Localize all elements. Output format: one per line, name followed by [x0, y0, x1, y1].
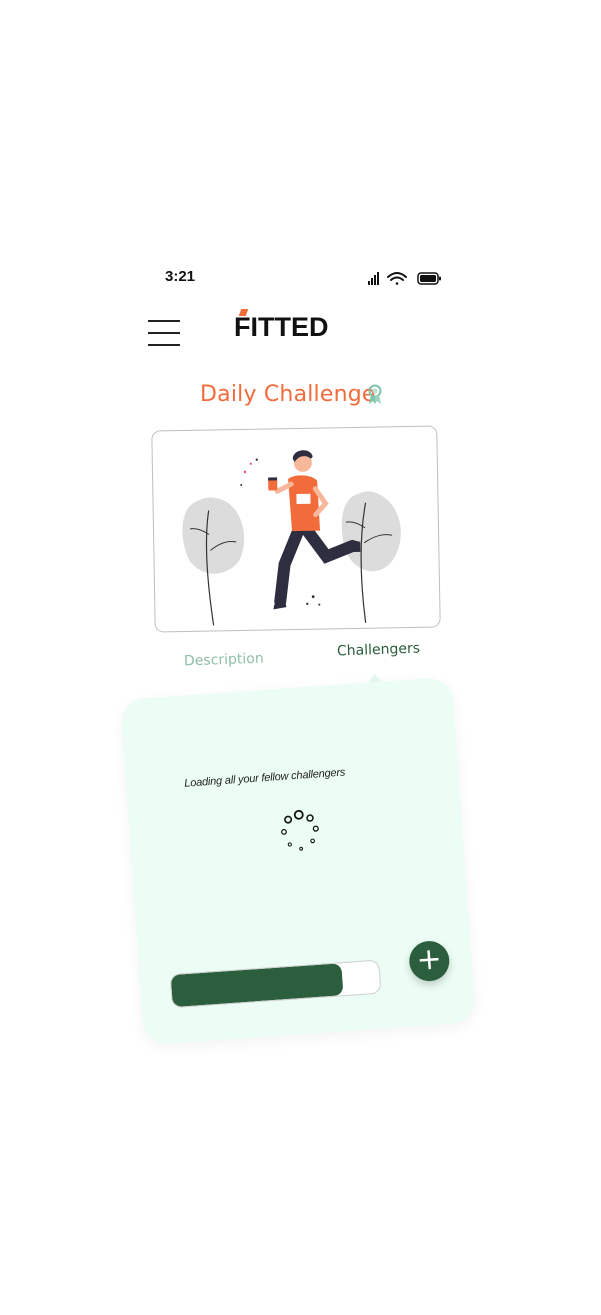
challenge-progress-bar: [169, 959, 382, 1009]
app-logo: FITTED: [234, 309, 329, 343]
progress-fill: [170, 963, 344, 1008]
status-icons: [366, 270, 446, 288]
runner-illustration: [182, 450, 401, 626]
tab-description[interactable]: Description: [184, 651, 264, 670]
signal-icon: [368, 272, 379, 285]
challengers-panel: Loading all your fellow challengers +: [120, 676, 476, 1046]
add-challenger-button[interactable]: +: [407, 939, 451, 983]
status-time: 3:21: [165, 268, 196, 285]
award-ribbon-icon: [368, 384, 382, 411]
page-title: Daily Challenge: [200, 382, 376, 407]
loading-spinner-icon: [278, 808, 321, 855]
wifi-icon: [387, 272, 407, 285]
tab-challengers[interactable]: Challengers: [337, 641, 421, 660]
hamburger-menu-icon[interactable]: [148, 320, 182, 348]
battery-icon: [417, 272, 441, 285]
plus-icon: +: [415, 941, 443, 978]
logo-text: FITTED: [234, 312, 329, 342]
loading-message: Loading all your fellow challengers: [183, 766, 346, 790]
challenge-illustration-card: [151, 425, 441, 633]
